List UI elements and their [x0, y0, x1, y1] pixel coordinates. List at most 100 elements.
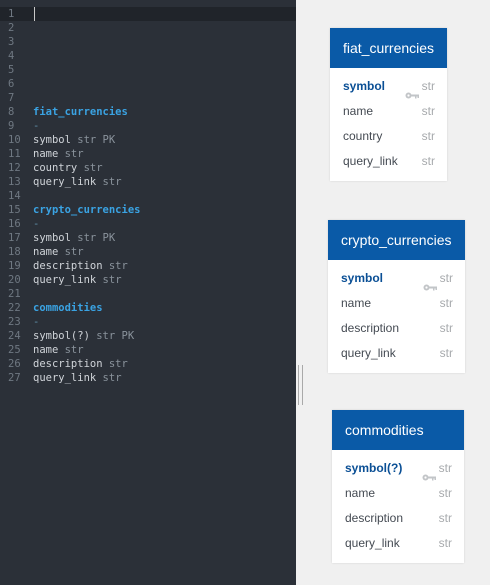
code-line[interactable]: 12 country str: [0, 161, 296, 175]
code-line[interactable]: 25 name str: [0, 343, 296, 357]
primary-key-field-row[interactable]: symbol str: [328, 266, 465, 291]
field-token: query_link: [33, 274, 103, 286]
field-row[interactable]: description str: [328, 316, 465, 341]
code-line[interactable]: 5: [0, 63, 296, 77]
field-token: query_link: [33, 372, 103, 384]
line-number: 20: [8, 274, 21, 286]
table-card-fields: symbol str name str country str query_link str: [330, 68, 447, 181]
table-card-title[interactable]: fiat_currencies: [330, 28, 447, 68]
code-text: commodities: [33, 301, 103, 315]
line-number: 4: [8, 50, 15, 62]
field-name: description: [345, 511, 404, 525]
code-line[interactable]: 6: [0, 77, 296, 91]
field-name: name: [345, 486, 376, 500]
table-card-title[interactable]: crypto_currencies: [328, 220, 465, 260]
code-line[interactable]: 23-: [0, 315, 296, 329]
code-line[interactable]: 20 query_link str: [0, 273, 296, 287]
key-icon: [423, 275, 437, 291]
line-number: 2: [8, 22, 15, 34]
line-number: 17: [8, 232, 21, 244]
field-row[interactable]: query_link str: [328, 341, 465, 366]
code-text: -: [33, 315, 39, 329]
code-text: query_link str: [33, 175, 122, 189]
code-line[interactable]: 26 description str: [0, 357, 296, 371]
table-card-fields: symbol str name str description str query_link…: [328, 260, 465, 373]
code-text: query_link str: [33, 273, 122, 287]
line-number: 22: [8, 302, 21, 314]
field-type: str: [421, 79, 435, 93]
code-line[interactable]: 8 fiat_currencies: [0, 105, 296, 119]
field-name: symbol: [341, 271, 384, 285]
field-row[interactable]: description str: [332, 506, 464, 531]
field-name: symbol(?): [345, 461, 403, 475]
code-line[interactable]: 9-: [0, 119, 296, 133]
type-token: str: [64, 148, 84, 160]
table-card-crypto-currencies[interactable]: crypto_currenciessymbol str name str descrip…: [328, 220, 465, 373]
field-row[interactable]: query_link str: [332, 531, 464, 556]
field-row[interactable]: country str: [330, 124, 447, 149]
code-line[interactable]: 4: [0, 49, 296, 63]
type-token: str: [102, 176, 122, 188]
code-line[interactable]: 3: [0, 35, 296, 49]
separator-token: -: [33, 218, 40, 230]
table-card-title[interactable]: commodities: [332, 410, 464, 450]
code-line[interactable]: 11 name str: [0, 147, 296, 161]
field-token: query_link: [33, 176, 103, 188]
code-line[interactable]: 1: [0, 7, 296, 21]
key-icon: [422, 465, 436, 481]
line-number: 15: [8, 204, 21, 216]
code-text: description str: [33, 357, 128, 371]
code-line[interactable]: 10 symbol str PK: [0, 133, 296, 147]
pane-splitter-handle[interactable]: [298, 365, 303, 405]
code-text: symbol str PK: [33, 231, 115, 245]
code-line[interactable]: 27 query_link str: [0, 371, 296, 385]
separator-token: -: [33, 120, 40, 132]
field-type: str: [421, 129, 435, 143]
primary-key-field-row[interactable]: symbol str: [330, 74, 447, 99]
line-number: 18: [8, 246, 21, 258]
separator-token: -: [33, 316, 40, 328]
code-text: name str: [33, 245, 84, 259]
type-token: str: [83, 162, 103, 174]
table-card-fiat-currencies[interactable]: fiat_currenciessymbol str name str country st…: [330, 28, 447, 181]
field-row[interactable]: name str: [332, 481, 464, 506]
field-type: str: [438, 511, 452, 525]
type-token: str PK: [96, 330, 135, 342]
field-type: str: [439, 271, 453, 285]
code-line[interactable]: 24 symbol(?) str PK: [0, 329, 296, 343]
primary-key-field-row[interactable]: symbol(?) str: [332, 456, 464, 481]
code-line[interactable]: 18 name str: [0, 245, 296, 259]
type-token: str: [64, 246, 84, 258]
field-name: symbol: [343, 79, 386, 93]
code-line[interactable]: 22 commodities: [0, 301, 296, 315]
line-number: 10: [8, 134, 21, 146]
code-line[interactable]: 13 query_link str: [0, 175, 296, 189]
field-token: description: [33, 260, 109, 272]
table-name-token: commodities: [33, 302, 103, 314]
code-line[interactable]: 7: [0, 91, 296, 105]
table-card-commodities[interactable]: commodities symbol(?) str name str descriptio…: [332, 410, 464, 563]
code-line[interactable]: 14: [0, 189, 296, 203]
line-number: 16: [8, 218, 21, 230]
code-text: symbol(?) str PK: [33, 329, 134, 343]
line-number: 25: [8, 344, 21, 356]
code-line[interactable]: 2: [0, 21, 296, 35]
code-text: description str: [33, 259, 128, 273]
code-editor[interactable]: 1 2 3 4 5 6 7 8 fiat_currencies 9-10 symbol str PK…: [0, 0, 296, 585]
code-line[interactable]: 19 description str: [0, 259, 296, 273]
field-row[interactable]: name str: [328, 291, 465, 316]
code-line[interactable]: 17 symbol str PK: [0, 231, 296, 245]
line-number: 5: [8, 64, 15, 76]
field-type: str: [421, 154, 435, 168]
field-type: str: [438, 536, 452, 550]
code-text: fiat_currencies: [33, 105, 128, 119]
field-token: symbol: [33, 134, 78, 146]
type-token: str: [64, 344, 84, 356]
code-line[interactable]: 15 crypto_currencies: [0, 203, 296, 217]
field-row[interactable]: query_link str: [330, 149, 447, 174]
code-line[interactable]: 16-: [0, 217, 296, 231]
code-line[interactable]: 21: [0, 287, 296, 301]
field-type: str: [439, 321, 453, 335]
field-row[interactable]: name str: [330, 99, 447, 124]
field-name: country: [343, 129, 383, 143]
